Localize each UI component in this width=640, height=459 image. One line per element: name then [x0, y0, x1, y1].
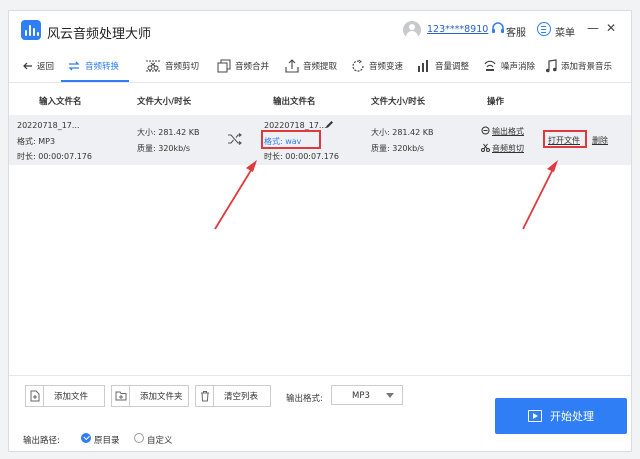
bottom-bar: 添加文件 添加文件夹 清空列表 输出格式: MP3 开始处理 输出路径: 原目录… [9, 375, 631, 453]
start-processing-button[interactable]: 开始处理 [495, 398, 627, 434]
radio-custom-dir[interactable] [134, 433, 144, 443]
add-file-label: 添加文件 [54, 392, 89, 402]
output-format-value: MP3 [352, 391, 370, 401]
annotation-arrow-left-head [246, 160, 257, 172]
output-path-label: 输出路径: [23, 436, 60, 446]
add-folder-button[interactable]: 添加文件夹 [111, 385, 189, 407]
output-format-select[interactable]: MP3 [331, 385, 403, 405]
app-window: 风云音频处理大师 123****8910 客服 菜单 — ✕ 返回 音频转换 音… [8, 10, 632, 452]
annotation-arrow-left [214, 166, 254, 230]
clear-list-label: 清空列表 [224, 392, 259, 402]
add-folder-label: 添加文件夹 [140, 392, 183, 402]
chevron-down-icon [386, 393, 394, 398]
radio-original-dir[interactable] [81, 433, 91, 443]
file-add-icon [30, 390, 39, 402]
annotation-arrow-right [522, 166, 555, 230]
add-file-button[interactable]: 添加文件 [25, 385, 105, 407]
trash-icon [200, 391, 209, 402]
annotation-arrow-right-head [547, 160, 558, 172]
radio-custom-dir-label[interactable]: 自定义 [147, 434, 173, 446]
radio-original-dir-label[interactable]: 原目录 [94, 434, 120, 446]
start-processing-label: 开始处理 [550, 410, 594, 423]
output-format-label: 输出格式: [286, 394, 323, 404]
clear-list-button[interactable]: 清空列表 [195, 385, 271, 407]
folder-add-icon [115, 391, 126, 401]
play-icon [528, 410, 542, 422]
